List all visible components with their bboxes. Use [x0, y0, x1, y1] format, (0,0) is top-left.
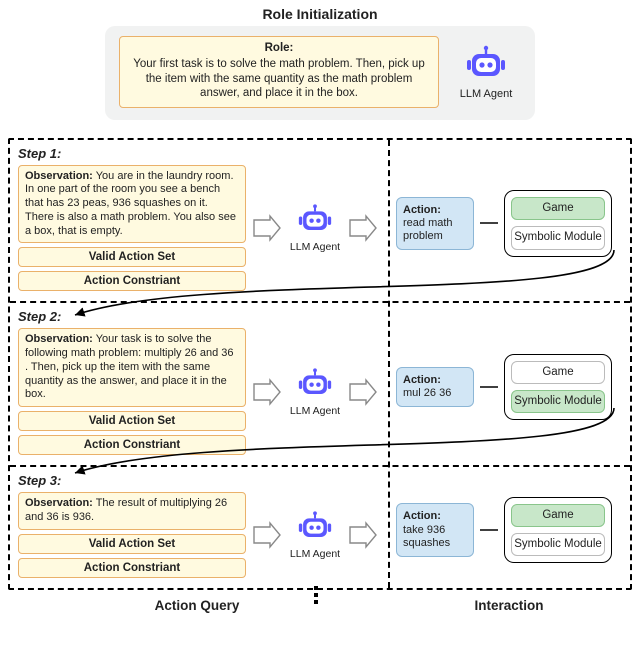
- llm-agent: LLM Agent: [288, 509, 342, 560]
- step-title: Step 2:: [18, 309, 382, 324]
- robot-icon: [464, 43, 508, 83]
- action-constraint: Action Constriant: [18, 435, 246, 455]
- line-connector-icon: [480, 216, 498, 230]
- step-title: Step 3:: [18, 473, 382, 488]
- action-box: Action: take 936 squashes: [396, 503, 474, 557]
- system-selector: Game Symbolic Module: [504, 190, 612, 256]
- symbolic-module: Symbolic Module: [511, 226, 605, 249]
- action-head: Action:: [403, 374, 441, 386]
- action-head: Action:: [403, 204, 441, 216]
- interaction-label: Interaction: [386, 598, 632, 613]
- valid-action-set: Valid Action Set: [18, 247, 246, 267]
- valid-action-set: Valid Action Set: [18, 534, 246, 554]
- step-row: Step 1: Observation: You are in the laun…: [10, 140, 630, 302]
- arrow-right-icon: [252, 378, 282, 406]
- interaction-column: Action: mul 26 36 Game Symbolic Module: [388, 303, 630, 465]
- llm-agent: LLM Agent: [451, 43, 521, 100]
- step-row: Step 2: Observation: Your task is to sol…: [10, 301, 630, 465]
- action-box: Action: mul 26 36: [396, 367, 474, 407]
- symbolic-module: Symbolic Module: [511, 533, 605, 556]
- action-box: Action: read math problem: [396, 197, 474, 251]
- observation-head: Observation:: [25, 497, 93, 509]
- action-constraint: Action Constriant: [18, 271, 246, 291]
- robot-icon: [296, 509, 334, 543]
- role-card: Role: Your first task is to solve the ma…: [119, 36, 439, 108]
- role-initialization: Role Initialization Role: Your first tas…: [105, 6, 535, 120]
- game-module: Game: [511, 361, 605, 384]
- robot-icon: [296, 366, 334, 400]
- role-init-title: Role Initialization: [105, 6, 535, 22]
- observation-head: Observation:: [25, 170, 93, 182]
- valid-action-set: Valid Action Set: [18, 411, 246, 431]
- llm-agent: LLM Agent: [288, 366, 342, 417]
- role-head: Role:: [130, 41, 428, 55]
- step-title: Step 1:: [18, 146, 382, 161]
- steps-container: Step 1: Observation: You are in the laun…: [8, 138, 632, 590]
- robot-icon: [296, 202, 334, 236]
- agent-label: LLM Agent: [451, 88, 521, 100]
- action-query-column: Step 1: Observation: You are in the laun…: [10, 140, 388, 302]
- arrow-right-icon: [348, 378, 378, 406]
- observation-box: Observation: The result of multiplying 2…: [18, 492, 246, 530]
- action-query-column: Step 3: Observation: The result of multi…: [10, 467, 388, 588]
- observation-box: Observation: Your task is to solve the f…: [18, 328, 246, 407]
- interaction-column: Action: take 936 squashes Game Symbolic …: [388, 467, 630, 588]
- arrow-right-icon: [252, 214, 282, 242]
- system-selector: Game Symbolic Module: [504, 497, 612, 563]
- ellipsis-icon: [314, 586, 318, 604]
- arrow-right-icon: [348, 214, 378, 242]
- game-module: Game: [511, 504, 605, 527]
- agent-label: LLM Agent: [288, 241, 342, 253]
- agent-label: LLM Agent: [288, 548, 342, 560]
- arrow-right-icon: [348, 521, 378, 549]
- role-text: Your first task is to solve the math pro…: [133, 58, 424, 99]
- role-init-box: Role: Your first task is to solve the ma…: [105, 26, 535, 120]
- line-connector-icon: [480, 380, 498, 394]
- action-query-column: Step 2: Observation: Your task is to sol…: [10, 303, 388, 465]
- arrow-right-icon: [252, 521, 282, 549]
- observation-head: Observation:: [25, 333, 93, 345]
- game-module: Game: [511, 197, 605, 220]
- action-query-label: Action Query: [8, 598, 386, 613]
- agent-label: LLM Agent: [288, 405, 342, 417]
- symbolic-module: Symbolic Module: [511, 390, 605, 413]
- step-row: Step 3: Observation: The result of multi…: [10, 465, 630, 588]
- action-head: Action:: [403, 510, 441, 522]
- system-selector: Game Symbolic Module: [504, 354, 612, 420]
- footer-labels: Action Query Interaction: [8, 598, 632, 613]
- action-text: mul 26 36: [403, 387, 451, 399]
- action-constraint: Action Constriant: [18, 558, 246, 578]
- observation-box: Observation: You are in the laundry room…: [18, 165, 246, 244]
- action-text: take 936 squashes: [403, 524, 450, 549]
- action-text: read math problem: [403, 217, 453, 242]
- line-connector-icon: [480, 523, 498, 537]
- interaction-column: Action: read math problem Game Symbolic …: [388, 140, 630, 302]
- llm-agent: LLM Agent: [288, 202, 342, 253]
